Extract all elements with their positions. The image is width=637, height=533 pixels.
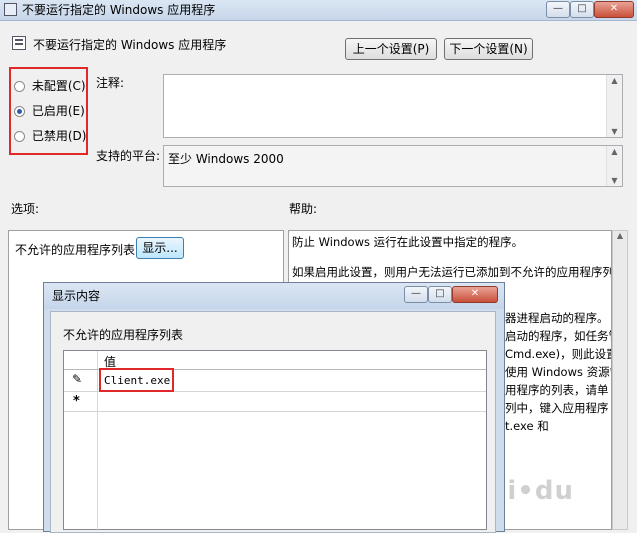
minimize-button[interactable]: — (546, 1, 570, 18)
policy-name: 不要运行指定的 Windows 应用程序 (33, 38, 227, 52)
dialog-close-button[interactable]: ✕ (452, 286, 498, 303)
help-line-4: 启动的程序，如任务管 (505, 329, 612, 343)
platform-field: 至少 Windows 2000 ▲ ▼ (163, 145, 623, 187)
new-row-icon: * (73, 394, 80, 409)
dialog-title: 显示内容 (52, 289, 101, 303)
help-line-9: t.exe 和 (505, 419, 549, 433)
help-line-8: 列中，键入应用程序 (505, 401, 609, 415)
window-titlebar: 不要运行指定的 Windows 应用程序 — □ ✕ (0, 0, 637, 21)
maximize-button[interactable]: □ (570, 1, 594, 18)
close-button[interactable]: ✕ (594, 1, 634, 18)
help-line-3: 器进程启动的程序。 (505, 311, 609, 325)
show-button[interactable]: 显示... (136, 237, 184, 259)
dialog-minimize-button[interactable]: — (404, 286, 428, 303)
comment-label: 注释: (96, 76, 125, 90)
help-line-6: 使用 Windows 资源管 (505, 365, 612, 379)
platform-label: 支持的平台: (96, 149, 161, 163)
dialog-titlebar: 显示内容 — □ ✕ (44, 283, 504, 309)
options-list-label: 不允许的应用程序列表 (15, 243, 136, 257)
window-title: 不要运行指定的 Windows 应用程序 (22, 3, 216, 17)
help-scrollbar[interactable]: ▲ (612, 230, 628, 530)
previous-setting-button[interactable]: 上一个设置(P) (345, 38, 437, 60)
cell-highlight (99, 368, 174, 392)
edit-row-icon: ✎ (72, 372, 83, 386)
options-header: 选项: (11, 202, 40, 216)
help-line-2: 如果启用此设置，则用户无法运行已添加到不允许的应用程序列表 (292, 265, 612, 279)
comment-scrollbar[interactable]: ▲ ▼ (606, 75, 622, 137)
platform-scrollbar[interactable]: ▲ ▼ (606, 146, 622, 186)
dialog-list-label: 不允许的应用程序列表 (63, 328, 184, 342)
dialog-body: 不允许的应用程序列表 值 ✎ Client.exe * (50, 311, 496, 533)
help-line-1: 防止 Windows 运行在此设置中指定的程序。 (292, 235, 524, 249)
policy-icon (12, 36, 26, 50)
show-contents-dialog: 显示内容 — □ ✕ 不允许的应用程序列表 值 ✎ Client.exe * (43, 282, 505, 533)
radio-group-highlight (9, 67, 88, 155)
help-line-5: Cmd.exe)，则此设置 (505, 347, 612, 361)
comment-textarea[interactable]: ▲ ▼ (163, 74, 623, 138)
help-header: 帮助: (289, 202, 318, 216)
help-line-7: 用程序的列表，请单 (505, 383, 609, 397)
dialog-maximize-button[interactable]: □ (428, 286, 452, 303)
platform-value: 至少 Windows 2000 (168, 152, 284, 166)
next-setting-button[interactable]: 下一个设置(N) (444, 38, 533, 60)
app-icon (4, 3, 17, 16)
